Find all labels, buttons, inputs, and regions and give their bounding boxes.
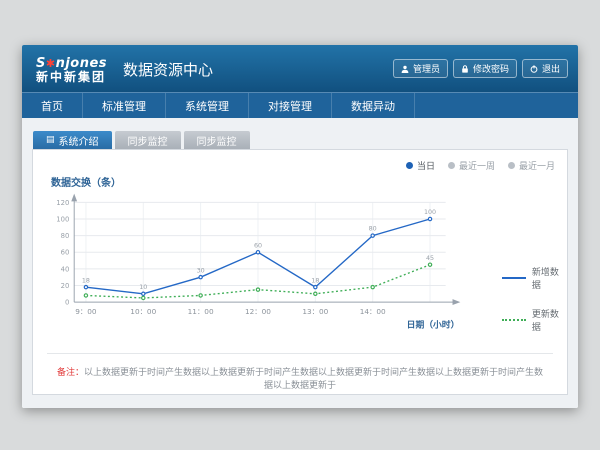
tab-sync-monitor-2[interactable]: 同步监控 (184, 131, 250, 149)
svg-text:18: 18 (311, 277, 319, 284)
nav-item-standard-mgmt[interactable]: 标准管理 (83, 93, 166, 118)
admin-user-label: 管理员 (413, 62, 440, 75)
nav-item-home[interactable]: 首页 (22, 93, 83, 118)
page-title: 数据资源中心 (123, 59, 213, 80)
footnote: 备注：以上数据更新于时间产生数据以上数据更新于时间产生数据以上数据更新于时间产生… (33, 365, 567, 391)
header-actions: 管理员 修改密码 退出 (393, 59, 568, 78)
chart-panel: 当日 最近一周 最近一月 数据交换（条） 0 20 40 60 80 100 120 9：00… (32, 149, 568, 395)
legend-today[interactable]: 当日 (406, 159, 435, 172)
tab-sync-monitor-1[interactable]: 同步监控 (115, 131, 181, 149)
svg-text:80: 80 (61, 232, 70, 240)
svg-text:9：00: 9：00 (75, 307, 97, 316)
line-chart: 0 20 40 60 80 100 120 9：00 10：00 11：00 12：00 13：00 1… (39, 189, 498, 337)
logout-button[interactable]: 退出 (522, 59, 568, 78)
svg-text:14：00: 14：00 (360, 307, 386, 316)
period-legend: 当日 最近一周 最近一月 (406, 159, 555, 172)
svg-text:0: 0 (65, 299, 69, 307)
company-logo: S✱njones 新中新集团 (36, 53, 107, 84)
svg-text:13：00: 13：00 (302, 307, 328, 316)
legend-last-week-dot (448, 162, 455, 169)
nav-item-connection-mgmt[interactable]: 对接管理 (249, 93, 332, 118)
svg-text:80: 80 (369, 226, 377, 233)
tab-system-intro[interactable]: ▤ 系统介绍 (33, 131, 112, 149)
svg-text:11：00: 11：00 (188, 307, 214, 316)
user-icon (401, 65, 409, 73)
svg-text:18: 18 (82, 277, 90, 284)
svg-text:日期（小时）: 日期（小时） (407, 319, 460, 331)
logo-brand: S✱njones (36, 53, 107, 71)
grid-icon: ▤ (46, 135, 55, 145)
legend-today-label: 当日 (417, 159, 435, 172)
svg-text:12：00: 12：00 (245, 307, 271, 316)
updated-data-line-sample (502, 319, 525, 321)
change-password-button[interactable]: 修改密码 (453, 59, 517, 78)
svg-text:100: 100 (56, 215, 69, 223)
chart-row: 0 20 40 60 80 100 120 9：00 10：00 11：00 12：00 13：00 1… (33, 189, 567, 349)
svg-text:120: 120 (56, 199, 69, 207)
legend-last-month[interactable]: 最近一月 (508, 159, 555, 172)
footnote-text: 以上数据更新于时间产生数据以上数据更新于时间产生数据以上数据更新于时间产生数据以… (84, 368, 543, 391)
lock-icon (461, 65, 469, 73)
new-data-line-sample (502, 277, 525, 279)
legend-last-week-label: 最近一周 (459, 159, 495, 172)
power-icon (530, 65, 538, 73)
nav-item-system-mgmt[interactable]: 系统管理 (166, 93, 249, 118)
footnote-label: 备注： (57, 368, 84, 378)
legend-today-dot (406, 162, 413, 169)
legend-last-week[interactable]: 最近一周 (448, 159, 495, 172)
logo-star-icon: ✱ (46, 57, 56, 70)
logo-company-name: 新中新集团 (36, 71, 107, 84)
svg-text:30: 30 (197, 267, 205, 274)
series-legend: 新增数据 更新数据 (502, 265, 567, 349)
admin-user-button[interactable]: 管理员 (393, 59, 448, 78)
y-axis-title: 数据交换（条） (51, 174, 567, 189)
svg-text:20: 20 (61, 282, 70, 290)
svg-text:60: 60 (61, 249, 70, 257)
svg-text:45: 45 (426, 255, 434, 262)
content-area: ▤ 系统介绍 同步监控 同步监控 当日 最近一周 (22, 118, 578, 408)
main-nav: 首页 标准管理 系统管理 对接管理 数据异动 (22, 92, 578, 118)
app-window: S✱njones 新中新集团 数据资源中心 管理员 修改密码 退出 首页 标准管… (22, 45, 578, 408)
svg-text:10：00: 10：00 (130, 307, 156, 316)
app-header: S✱njones 新中新集团 数据资源中心 管理员 修改密码 退出 (22, 45, 578, 92)
svg-text:60: 60 (254, 242, 262, 249)
tab-sync-monitor-2-label: 同步监控 (197, 133, 237, 148)
legend-last-month-label: 最近一月 (519, 159, 555, 172)
panel-divider (47, 353, 553, 354)
svg-text:100: 100 (424, 209, 436, 216)
tab-bar: ▤ 系统介绍 同步监控 同步监控 (33, 131, 568, 149)
nav-item-data-change[interactable]: 数据异动 (332, 93, 415, 118)
tab-system-intro-label: 系统介绍 (59, 133, 99, 148)
svg-text:10: 10 (139, 284, 147, 291)
logout-label: 退出 (542, 62, 560, 75)
series-legend-new-data[interactable]: 新增数据 (502, 265, 567, 291)
tab-sync-monitor-1-label: 同步监控 (128, 133, 168, 148)
svg-text:40: 40 (61, 265, 70, 273)
legend-last-month-dot (508, 162, 515, 169)
series-legend-updated-data[interactable]: 更新数据 (502, 307, 567, 333)
new-data-label: 新增数据 (532, 265, 567, 291)
updated-data-label: 更新数据 (532, 307, 567, 333)
change-password-label: 修改密码 (473, 62, 509, 75)
